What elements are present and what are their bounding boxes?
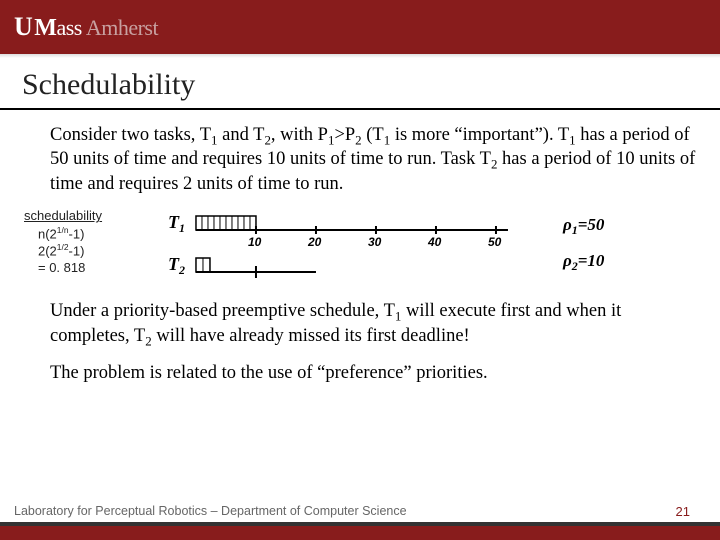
umass-logo: U M ass Amherst: [14, 12, 158, 42]
svg-text:40: 40: [427, 235, 442, 249]
paragraph-2: Under a priority-based preemptive schedu…: [0, 300, 720, 350]
sched-line3: = 0. 818: [24, 260, 102, 276]
footer-bar: [0, 526, 720, 540]
p1-text: Consider two tasks, T: [50, 125, 211, 145]
mid-row: schedulability n(21/n-1) 2(21/2-1) = 0. …: [0, 208, 720, 284]
footer: Laboratory for Perceptual Robotics – Dep…: [0, 500, 720, 540]
timeline-diagram: T1 10 20 30 40 50 ρ1=50 T2: [116, 208, 720, 284]
sched-line2: 2(21/2-1): [24, 242, 102, 260]
schedulability-derivation: schedulability n(21/n-1) 2(21/2-1) = 0. …: [24, 208, 102, 276]
page-title: Schedulability: [0, 58, 720, 108]
paragraph-3: The problem is related to the use of “pr…: [0, 362, 720, 385]
t1-exec-bar: [196, 216, 256, 230]
p1-text: >P: [334, 125, 355, 145]
sched-label: schedulability: [24, 208, 102, 224]
footer-page-number: 21: [676, 504, 690, 519]
logo-ass: ass: [56, 15, 81, 41]
sched-line1: n(21/n-1): [24, 225, 102, 243]
t1-label: T1: [168, 212, 185, 235]
brand-header: U M ass Amherst: [0, 0, 720, 54]
rho1-label: ρ1=50: [562, 215, 605, 237]
t2-label: T2: [168, 254, 185, 277]
p2-text: will have already missed its first deadl…: [152, 326, 470, 346]
logo-amherst: Amherst: [86, 15, 158, 41]
svg-text:50: 50: [488, 235, 502, 249]
logo-m: M: [34, 15, 56, 42]
svg-text:30: 30: [368, 235, 382, 249]
p2-text: Under a priority-based preemptive schedu…: [50, 301, 395, 321]
footer-text: Laboratory for Perceptual Robotics – Dep…: [0, 500, 720, 518]
title-underline: [0, 108, 720, 110]
paragraph-1: Consider two tasks, T1 and T2, with P1>P…: [0, 124, 720, 197]
svg-text:20: 20: [307, 235, 322, 249]
p1-text: , with P: [271, 125, 328, 145]
t2-exec-bar: [196, 258, 210, 272]
p1-text: is more “important”). T: [390, 125, 569, 145]
p1-text: (T: [362, 125, 384, 145]
svg-text:10: 10: [248, 235, 262, 249]
rho2-label: ρ2=10: [562, 251, 605, 273]
logo-u: U: [14, 12, 32, 42]
p1-text: and T: [218, 125, 265, 145]
